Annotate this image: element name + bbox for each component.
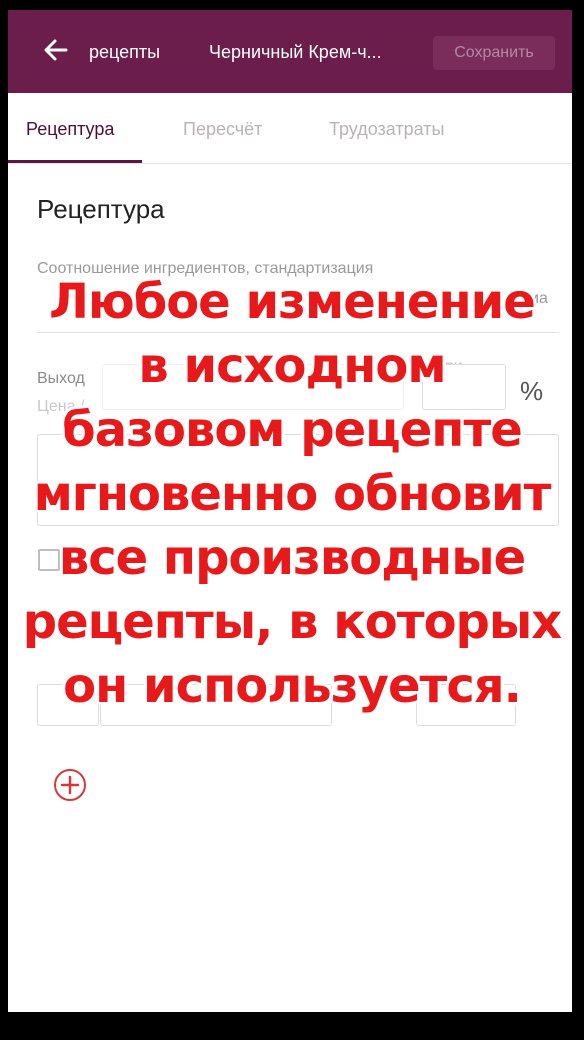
breadcrumb-recipes[interactable]: рецепты: [89, 42, 160, 63]
caption-line: он используется.: [63, 658, 522, 714]
tab-labor[interactable]: Трудозатраты: [329, 119, 444, 140]
caption-line: в исходном: [138, 338, 446, 394]
top-bezel: [0, 0, 584, 10]
plus-circle-icon[interactable]: [53, 768, 87, 802]
caption-overlay: Любое изменение в исходном базовом рецеп…: [0, 270, 584, 718]
save-button[interactable]: Сохранить: [433, 36, 555, 70]
section-heading: Рецептура: [37, 194, 165, 224]
caption-line: мгновенно обновит: [33, 466, 552, 522]
tab-recalc[interactable]: Пересчёт: [183, 119, 262, 140]
tab-bar: Рецептура Пересчёт Трудозатраты: [8, 93, 572, 164]
caption-line: рецепты, в которых: [22, 594, 563, 650]
caption-line: базовом рецепте: [62, 402, 523, 458]
app-bar: рецепты Черничный Крем-ч... Сохранить: [8, 10, 572, 93]
page-title: Черничный Крем-ч...: [209, 42, 382, 62]
arrow-left-icon[interactable]: [42, 36, 70, 64]
caption-line: все производные: [58, 530, 526, 586]
tab-recipe[interactable]: Рецептура: [26, 119, 114, 140]
active-tab-indicator: [8, 160, 142, 163]
caption-line: Любое изменение: [49, 274, 536, 330]
